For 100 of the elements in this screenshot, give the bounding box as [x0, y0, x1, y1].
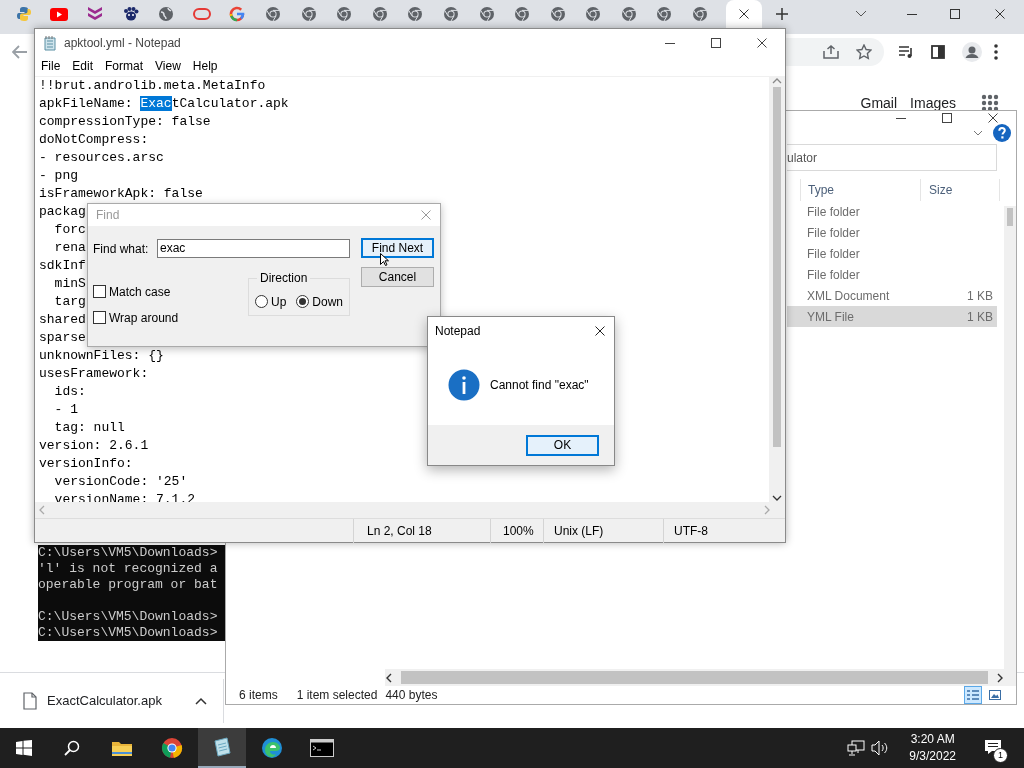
window-title: apktool.yml - Notepad — [64, 35, 181, 50]
table-cell-text: 1 KB — [966, 288, 993, 303]
table-cell-text: 1 KB — [966, 309, 993, 324]
file-row[interactable]: XML Document 1 KB — [787, 285, 997, 306]
column-header[interactable]: Size — [920, 179, 1000, 201]
console-line: 'l' is not recognized a — [38, 561, 219, 577]
profile-icon[interactable] — [962, 42, 982, 62]
help-icon[interactable] — [993, 124, 1011, 142]
menu-item[interactable]: Format — [99, 59, 150, 73]
browser-logo-icon — [161, 737, 183, 759]
horizontal-scrollbar[interactable] — [385, 669, 1004, 686]
text-line: usesFramework: — [39, 365, 149, 383]
vertical-scrollbar[interactable] — [1004, 206, 1016, 686]
browser-logo-icon — [300, 6, 317, 22]
menu-item[interactable]: Help — [186, 59, 224, 73]
scroll-right-icon[interactable] — [996, 672, 1004, 683]
browser-logo-icon — [549, 6, 566, 22]
file-row[interactable]: File folder — [787, 201, 997, 222]
text-line: forc — [53, 221, 86, 239]
text-line: packag — [39, 203, 86, 221]
browser-logo-icon — [620, 6, 637, 22]
close-icon[interactable] — [995, 9, 1005, 19]
scroll-up-icon[interactable] — [772, 77, 782, 85]
ok-button[interactable]: OK — [526, 434, 599, 456]
address-bar[interactable] — [786, 38, 884, 66]
maximize-icon[interactable] — [950, 9, 960, 19]
share-icon[interactable] — [823, 45, 839, 59]
checkbox[interactable]: Match case — [93, 285, 248, 298]
text-line: rena — [53, 239, 86, 257]
table-cell-text: YML File — [806, 309, 855, 324]
console-line: C:\Users\VM5\Downloads> — [38, 625, 219, 641]
page-link[interactable]: Gmail — [860, 95, 898, 111]
swirl-logo-icon — [261, 737, 283, 759]
star-icon[interactable] — [856, 44, 872, 60]
column-header[interactable]: Type — [800, 179, 920, 201]
media-icon[interactable] — [898, 45, 914, 59]
caret-up-icon[interactable] — [194, 696, 207, 705]
chevron-down-icon[interactable] — [855, 10, 867, 18]
network-icon[interactable] — [847, 740, 866, 756]
browser-logo-icon — [692, 6, 709, 22]
file-row[interactable]: File folder — [787, 264, 997, 285]
paw-icon — [122, 6, 139, 22]
group-label: Direction — [259, 271, 309, 285]
text-line: - resources.arsc — [39, 149, 164, 167]
new-tab-icon[interactable] — [775, 8, 788, 20]
windows-logo-icon[interactable] — [16, 740, 32, 756]
more-options-icon[interactable] — [994, 44, 998, 60]
text-line: apkFileName: ExactCalculator.apk — [39, 95, 289, 113]
file-row[interactable]: File folder — [787, 243, 997, 264]
scroll-down-icon[interactable] — [772, 494, 782, 502]
table-cell-text: File folder — [806, 246, 861, 261]
maximize-icon[interactable] — [942, 112, 952, 123]
status-text: 100% — [490, 518, 543, 543]
file-row[interactable]: YML File 1 KB — [787, 306, 997, 327]
maximize-icon[interactable] — [711, 37, 721, 48]
close-icon[interactable] — [757, 37, 767, 48]
close-icon[interactable] — [595, 326, 605, 336]
dialog-button[interactable]: Cancel — [361, 267, 434, 287]
field-label: Find what: — [93, 241, 150, 256]
text-line: ids: — [53, 383, 86, 401]
search-icon[interactable] — [64, 740, 80, 756]
back-arrow-icon[interactable] — [12, 45, 28, 59]
text-line: - 1 — [53, 401, 78, 419]
rounded-rect-icon — [192, 8, 211, 20]
side-panel-icon[interactable] — [931, 45, 945, 59]
search-field[interactable]: exac — [157, 239, 350, 258]
taskbar-app[interactable] — [198, 728, 246, 768]
play-button-icon — [50, 7, 69, 21]
menu-item[interactable]: File — [35, 59, 67, 73]
volume-icon[interactable] — [871, 740, 890, 756]
menu-item[interactable]: Edit — [66, 59, 100, 73]
large-icons-view-icon — [989, 689, 1001, 701]
status-text: 440 bytes — [385, 688, 438, 702]
text-line: sparse — [39, 329, 86, 347]
folder-icon — [111, 739, 133, 757]
address-field[interactable]: ulator — [787, 144, 997, 171]
file-row[interactable]: File folder — [787, 222, 997, 243]
download-file-name[interactable]: ExactCalculator.apk — [47, 693, 162, 708]
menu-item[interactable]: View — [149, 59, 187, 73]
dialog-title: Find — [96, 208, 121, 222]
clock-date[interactable]: 9/3/2022 — [909, 748, 956, 765]
clock-time[interactable]: 3:20 AM — [910, 731, 955, 748]
chevron-down-icon[interactable] — [973, 130, 983, 136]
page-link[interactable]: Images — [910, 95, 956, 111]
radio-button[interactable]: Up — [255, 295, 287, 308]
checkbox[interactable]: Wrap around — [93, 311, 248, 324]
view-toggle[interactable] — [964, 686, 982, 704]
vertical-scrollbar[interactable] — [769, 77, 785, 502]
details-view-icon — [967, 689, 979, 701]
apps-grid-icon[interactable] — [981, 94, 999, 112]
status-text: UTF-8 — [663, 518, 785, 543]
text-line: !!brut.androlib.meta.MetaInfo — [39, 77, 266, 95]
radio-button[interactable]: Down — [296, 295, 344, 308]
console-line: C:\Users\VM5\Downloads> — [38, 545, 219, 561]
browser-logo-icon — [478, 6, 495, 22]
dialog-button[interactable]: Find Next — [361, 238, 434, 258]
scroll-left-icon[interactable] — [385, 672, 393, 683]
status-text: 1 item selected — [296, 688, 378, 702]
close-icon[interactable] — [988, 112, 998, 123]
close-icon[interactable] — [738, 9, 749, 19]
